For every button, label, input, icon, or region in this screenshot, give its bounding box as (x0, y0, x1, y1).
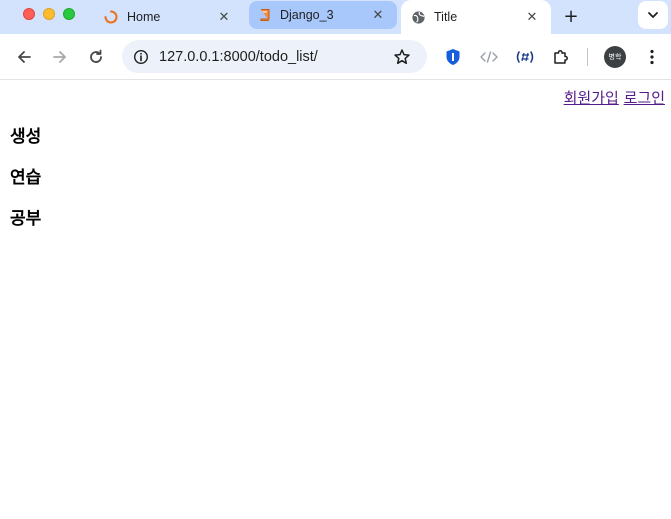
chevron-down-icon (648, 12, 658, 18)
site-info-icon[interactable] (131, 47, 151, 67)
code-brackets-extension-icon[interactable] (477, 45, 501, 69)
forward-button[interactable] (48, 45, 72, 69)
close-tab-icon[interactable]: ✕ (215, 8, 233, 26)
book-icon (260, 9, 270, 21)
reload-icon (90, 49, 102, 63)
tab-title: Title (434, 10, 458, 24)
close-tab-icon[interactable]: ✕ (369, 6, 387, 24)
bookmark-star-icon[interactable] (391, 46, 413, 68)
tab-title: Django_3 (280, 8, 334, 22)
login-link[interactable]: 로그인 (624, 89, 665, 107)
close-tab-icon[interactable]: ✕ (523, 8, 541, 26)
tab-strip: Home ✕ Django_3 ✕ Title ✕ + (0, 0, 671, 34)
todo-item: 공부 (10, 209, 42, 229)
todo-item: 생성 (10, 127, 42, 147)
window-controls (23, 8, 75, 20)
auth-nav: 회원가입 로그인 (564, 87, 665, 108)
back-button[interactable] (12, 45, 36, 69)
reload-button[interactable] (84, 45, 108, 69)
kebab-menu-icon[interactable] (640, 45, 664, 69)
loading-spinner-icon (104, 10, 118, 24)
todo-list: 생성 연습 공부 (10, 125, 41, 248)
tab-title: Home (127, 10, 161, 24)
arrow-left-icon (18, 51, 31, 63)
globe-icon (412, 10, 425, 24)
puzzle-extensions-icon[interactable] (549, 45, 573, 69)
tab-django[interactable]: Django_3 ✕ (249, 1, 397, 29)
toolbar-divider (587, 48, 588, 66)
password-manager-extension-icon[interactable] (441, 45, 465, 69)
regex-extension-icon[interactable] (513, 45, 537, 69)
browser-toolbar: 127.0.0.1:8000/todo_list/ 병학 (0, 34, 671, 80)
tab-title-active[interactable]: Title ✕ (401, 0, 551, 34)
signup-link[interactable]: 회원가입 (564, 89, 619, 107)
close-window-button[interactable] (23, 8, 35, 20)
arrow-right-icon (53, 51, 66, 63)
todo-item: 연습 (10, 168, 42, 188)
url-text: 127.0.0.1:8000/todo_list/ (159, 48, 318, 65)
page-content: 회원가입 로그인 생성 연습 공부 (0, 81, 671, 519)
tab-search-button[interactable] (638, 1, 668, 29)
new-tab-button[interactable]: + (560, 5, 582, 27)
profile-avatar[interactable]: 병학 (604, 46, 626, 68)
address-bar[interactable]: 127.0.0.1:8000/todo_list/ (122, 40, 427, 73)
maximize-window-button[interactable] (63, 8, 75, 20)
minimize-window-button[interactable] (43, 8, 55, 20)
browser-window: Home ✕ Django_3 ✕ Title ✕ + 127.0.0.1:80… (0, 0, 671, 519)
tab-home[interactable]: Home ✕ (93, 0, 243, 34)
